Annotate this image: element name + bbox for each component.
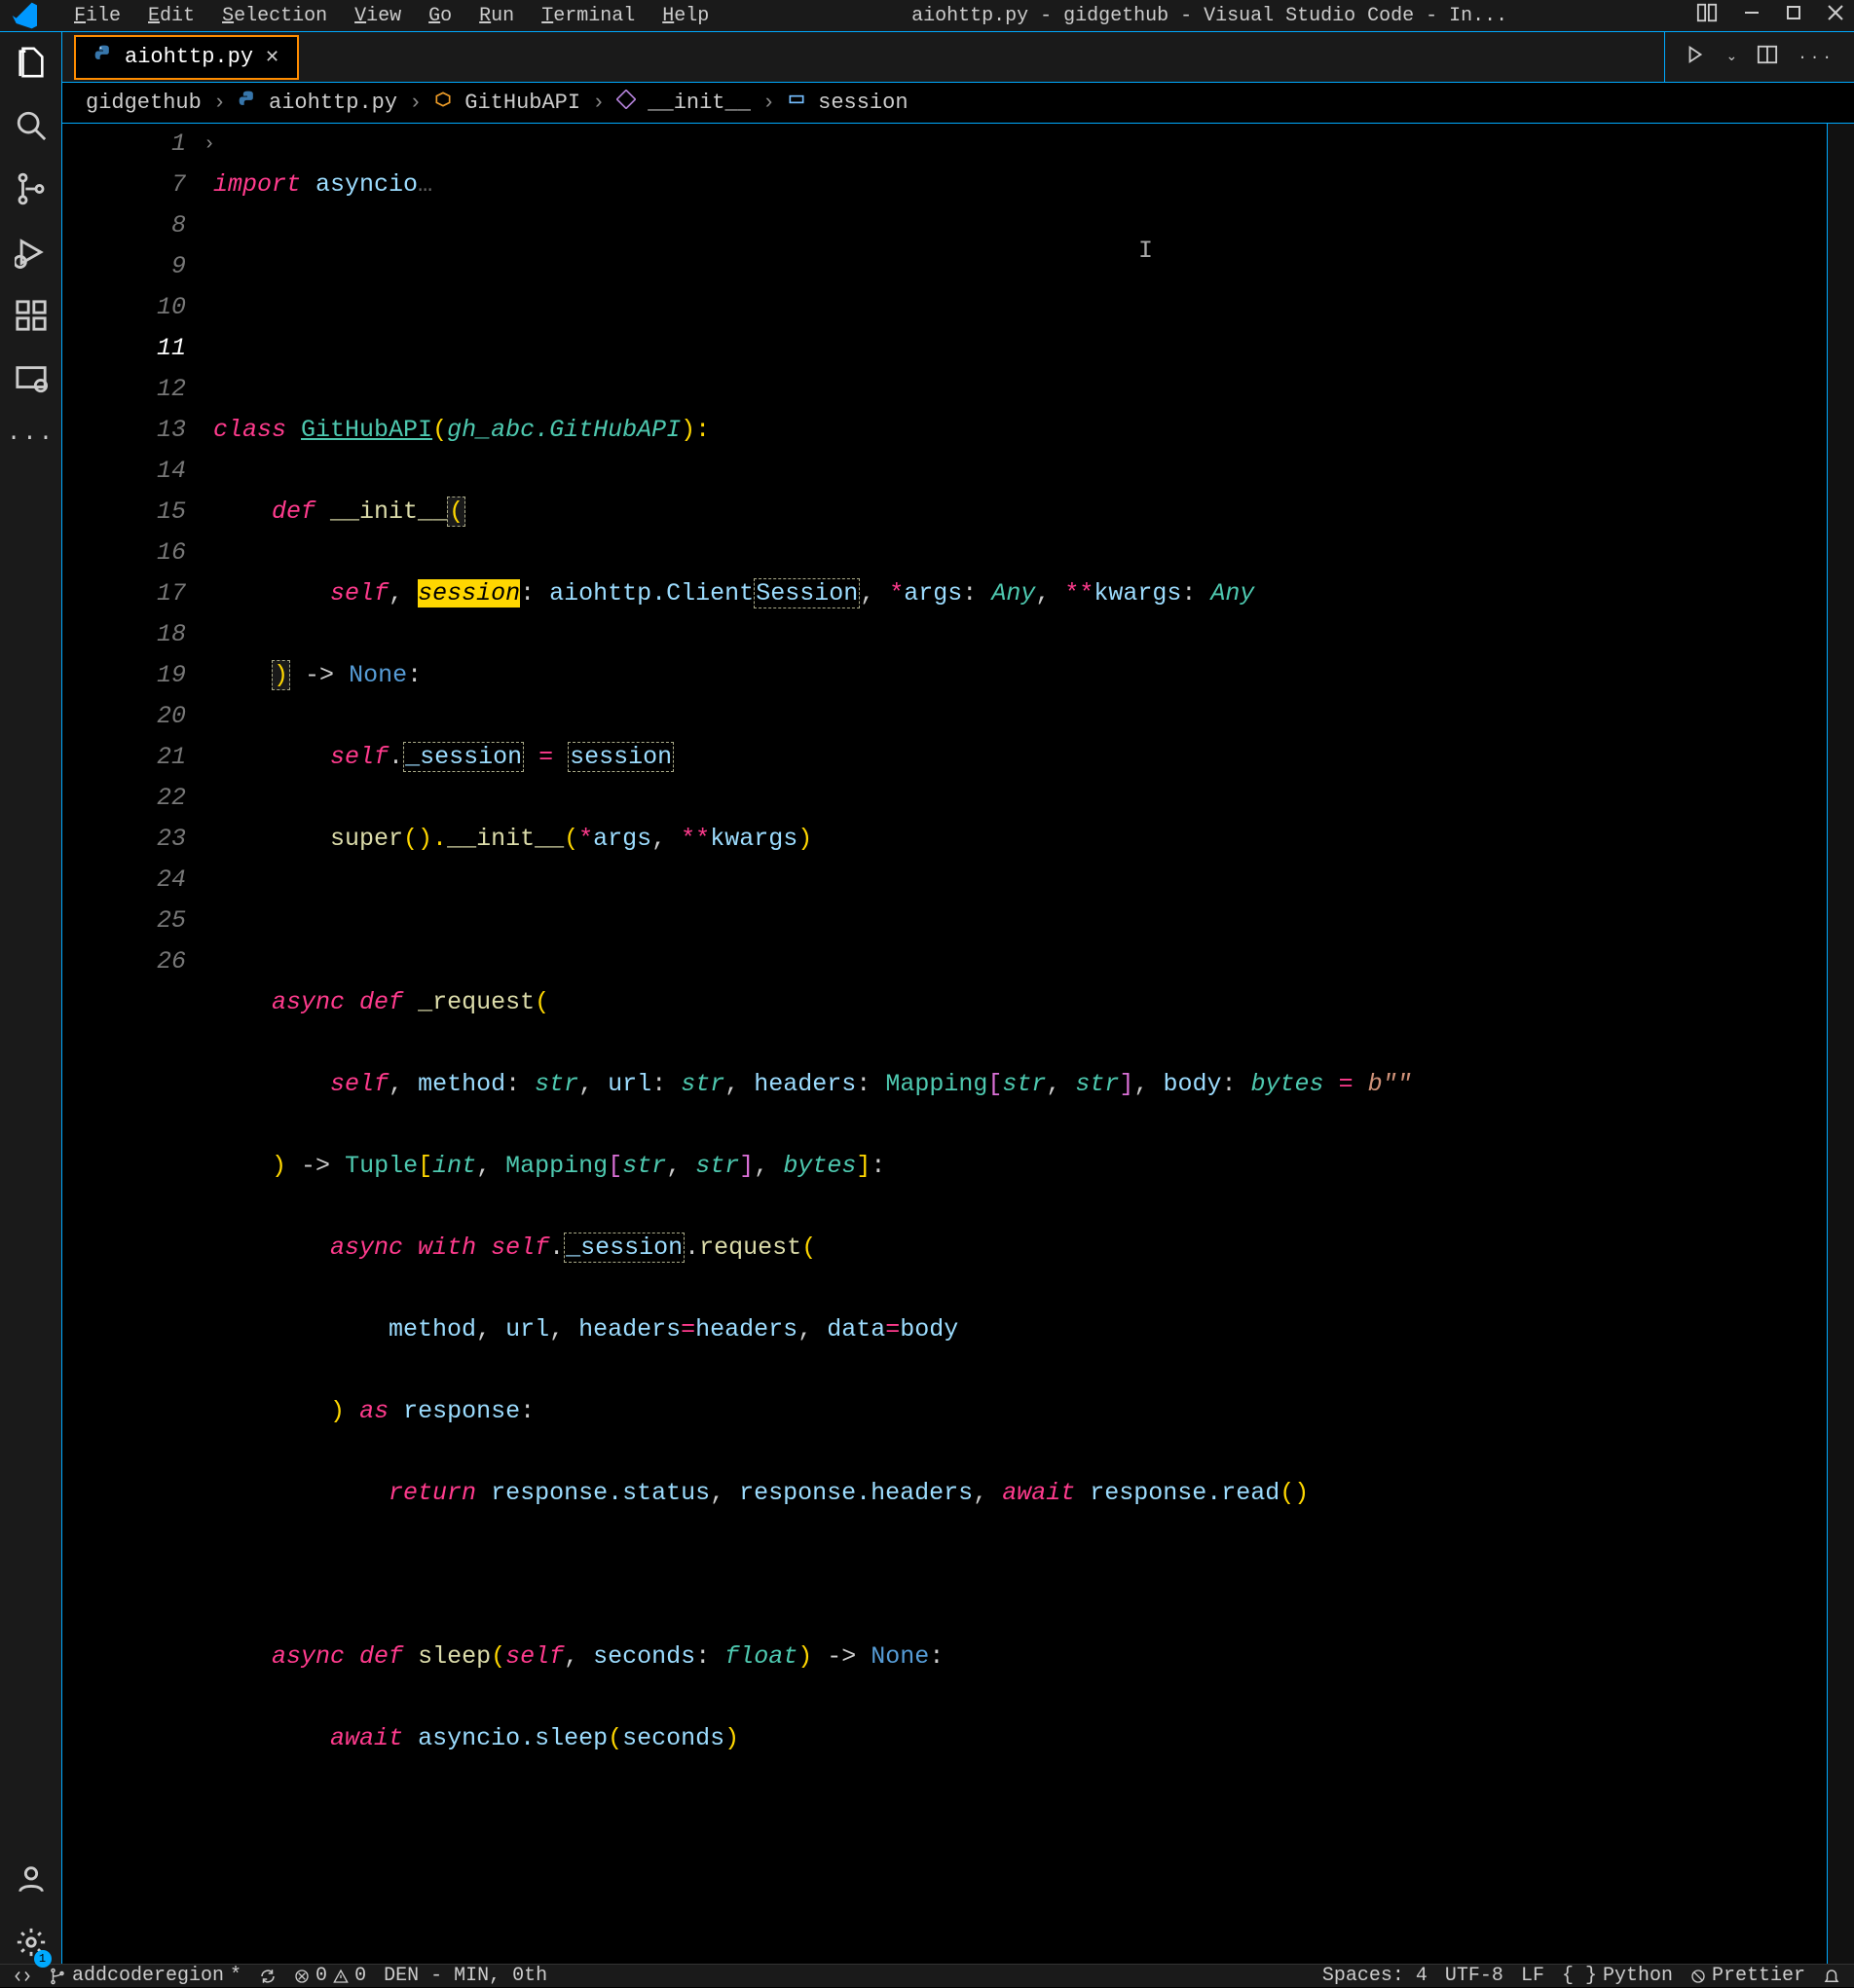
- menu-selection[interactable]: Selection: [208, 5, 341, 27]
- run-dropdown-icon[interactable]: ⌄: [1725, 49, 1737, 65]
- vscode-logo-icon: [10, 0, 41, 31]
- menu-help[interactable]: Help: [649, 5, 723, 27]
- search-icon[interactable]: [15, 109, 48, 147]
- remote-indicator[interactable]: [14, 1968, 31, 1985]
- sync-icon[interactable]: [259, 1968, 277, 1985]
- spaces-indicator[interactable]: Spaces: 4: [1322, 1965, 1428, 1987]
- variable-symbol-icon: [787, 90, 806, 116]
- eol-indicator[interactable]: LF: [1521, 1965, 1544, 1987]
- breadcrumb-variable[interactable]: session: [818, 91, 908, 115]
- encoding-indicator[interactable]: UTF-8: [1445, 1965, 1503, 1987]
- extensions-icon[interactable]: [15, 299, 48, 337]
- language-indicator[interactable]: { } Python: [1562, 1965, 1673, 1987]
- more-actions-icon[interactable]: ···: [1798, 49, 1835, 66]
- breadcrumb-separator: ›: [762, 91, 775, 115]
- method-symbol-icon: [616, 90, 636, 116]
- main-area: ··· 1 aiohttp.py ✕ ⌄: [0, 31, 1854, 1964]
- prettier-indicator[interactable]: Prettier: [1690, 1965, 1805, 1987]
- settings-gear-icon[interactable]: 1: [15, 1926, 48, 1964]
- line-gutter: 1› 7 8 9 10 11 12 13 14 15 16 17 18 19 2…: [62, 124, 213, 1964]
- problems-indicator[interactable]: 0 0: [294, 1965, 366, 1987]
- notifications-bell-icon[interactable]: [1823, 1968, 1840, 1985]
- class-symbol-icon: [433, 90, 453, 116]
- breadcrumb-separator: ›: [592, 91, 605, 115]
- breadcrumb-class[interactable]: GitHubAPI: [464, 91, 580, 115]
- branch-indicator[interactable]: addcoderegion*: [49, 1965, 241, 1987]
- window-title: aiohttp.py - gidgethub - Visual Studio C…: [723, 5, 1696, 27]
- explorer-icon[interactable]: [15, 46, 48, 84]
- python-file-icon: [238, 90, 257, 116]
- mode-indicator[interactable]: DEN - MIN, 0th: [384, 1965, 547, 1987]
- maximize-button[interactable]: [1786, 5, 1801, 26]
- code-editor[interactable]: 1› 7 8 9 10 11 12 13 14 15 16 17 18 19 2…: [62, 124, 1854, 1964]
- menu-run[interactable]: Run: [465, 5, 528, 27]
- source-control-icon[interactable]: [15, 172, 48, 210]
- tab-bar: aiohttp.py ✕ ⌄ ···: [62, 32, 1854, 83]
- minimize-button[interactable]: [1743, 4, 1761, 27]
- editor: aiohttp.py ✕ ⌄ ··· gidgethub › ai: [62, 32, 1854, 1964]
- breadcrumb-method[interactable]: __init__: [648, 91, 751, 115]
- breadcrumb[interactable]: gidgethub › aiohttp.py › GitHubAPI › __i…: [62, 83, 1854, 124]
- split-editor-icon[interactable]: [1757, 44, 1778, 70]
- menu-view[interactable]: View: [341, 5, 415, 27]
- remote-explorer-icon[interactable]: [15, 362, 48, 400]
- breadcrumb-folder[interactable]: gidgethub: [86, 91, 202, 115]
- breadcrumb-separator: ›: [213, 91, 226, 115]
- account-icon[interactable]: [15, 1862, 48, 1900]
- activity-bar: ··· 1: [0, 32, 62, 1964]
- status-bar: addcoderegion* 0 0 DEN - MIN, 0th Spaces…: [0, 1964, 1854, 1987]
- breadcrumb-separator: ›: [409, 91, 422, 115]
- layout-icon[interactable]: [1696, 2, 1718, 29]
- menu-go[interactable]: Go: [415, 5, 465, 27]
- minimap[interactable]: [1827, 124, 1854, 1964]
- python-file-icon: [93, 44, 113, 70]
- close-button[interactable]: [1827, 4, 1844, 27]
- tab-label: aiohttp.py: [125, 45, 253, 69]
- run-debug-icon[interactable]: [15, 236, 48, 274]
- title-bar: File Edit Selection View Go Run Terminal…: [0, 0, 1854, 31]
- menu-edit[interactable]: Edit: [134, 5, 208, 27]
- breadcrumb-file[interactable]: aiohttp.py: [269, 91, 397, 115]
- code-content[interactable]: import asyncio… class GitHubAPI(gh_abc.G…: [213, 124, 1827, 1964]
- editor-actions: ⌄ ···: [1664, 32, 1854, 82]
- tab-close-icon[interactable]: ✕: [265, 47, 279, 68]
- run-file-icon[interactable]: [1685, 44, 1706, 70]
- menu-terminal[interactable]: Terminal: [528, 5, 649, 27]
- tab-aiohttp[interactable]: aiohttp.py ✕: [74, 35, 299, 80]
- menu-file[interactable]: File: [60, 5, 134, 27]
- overflow-menu-icon[interactable]: ···: [7, 425, 55, 452]
